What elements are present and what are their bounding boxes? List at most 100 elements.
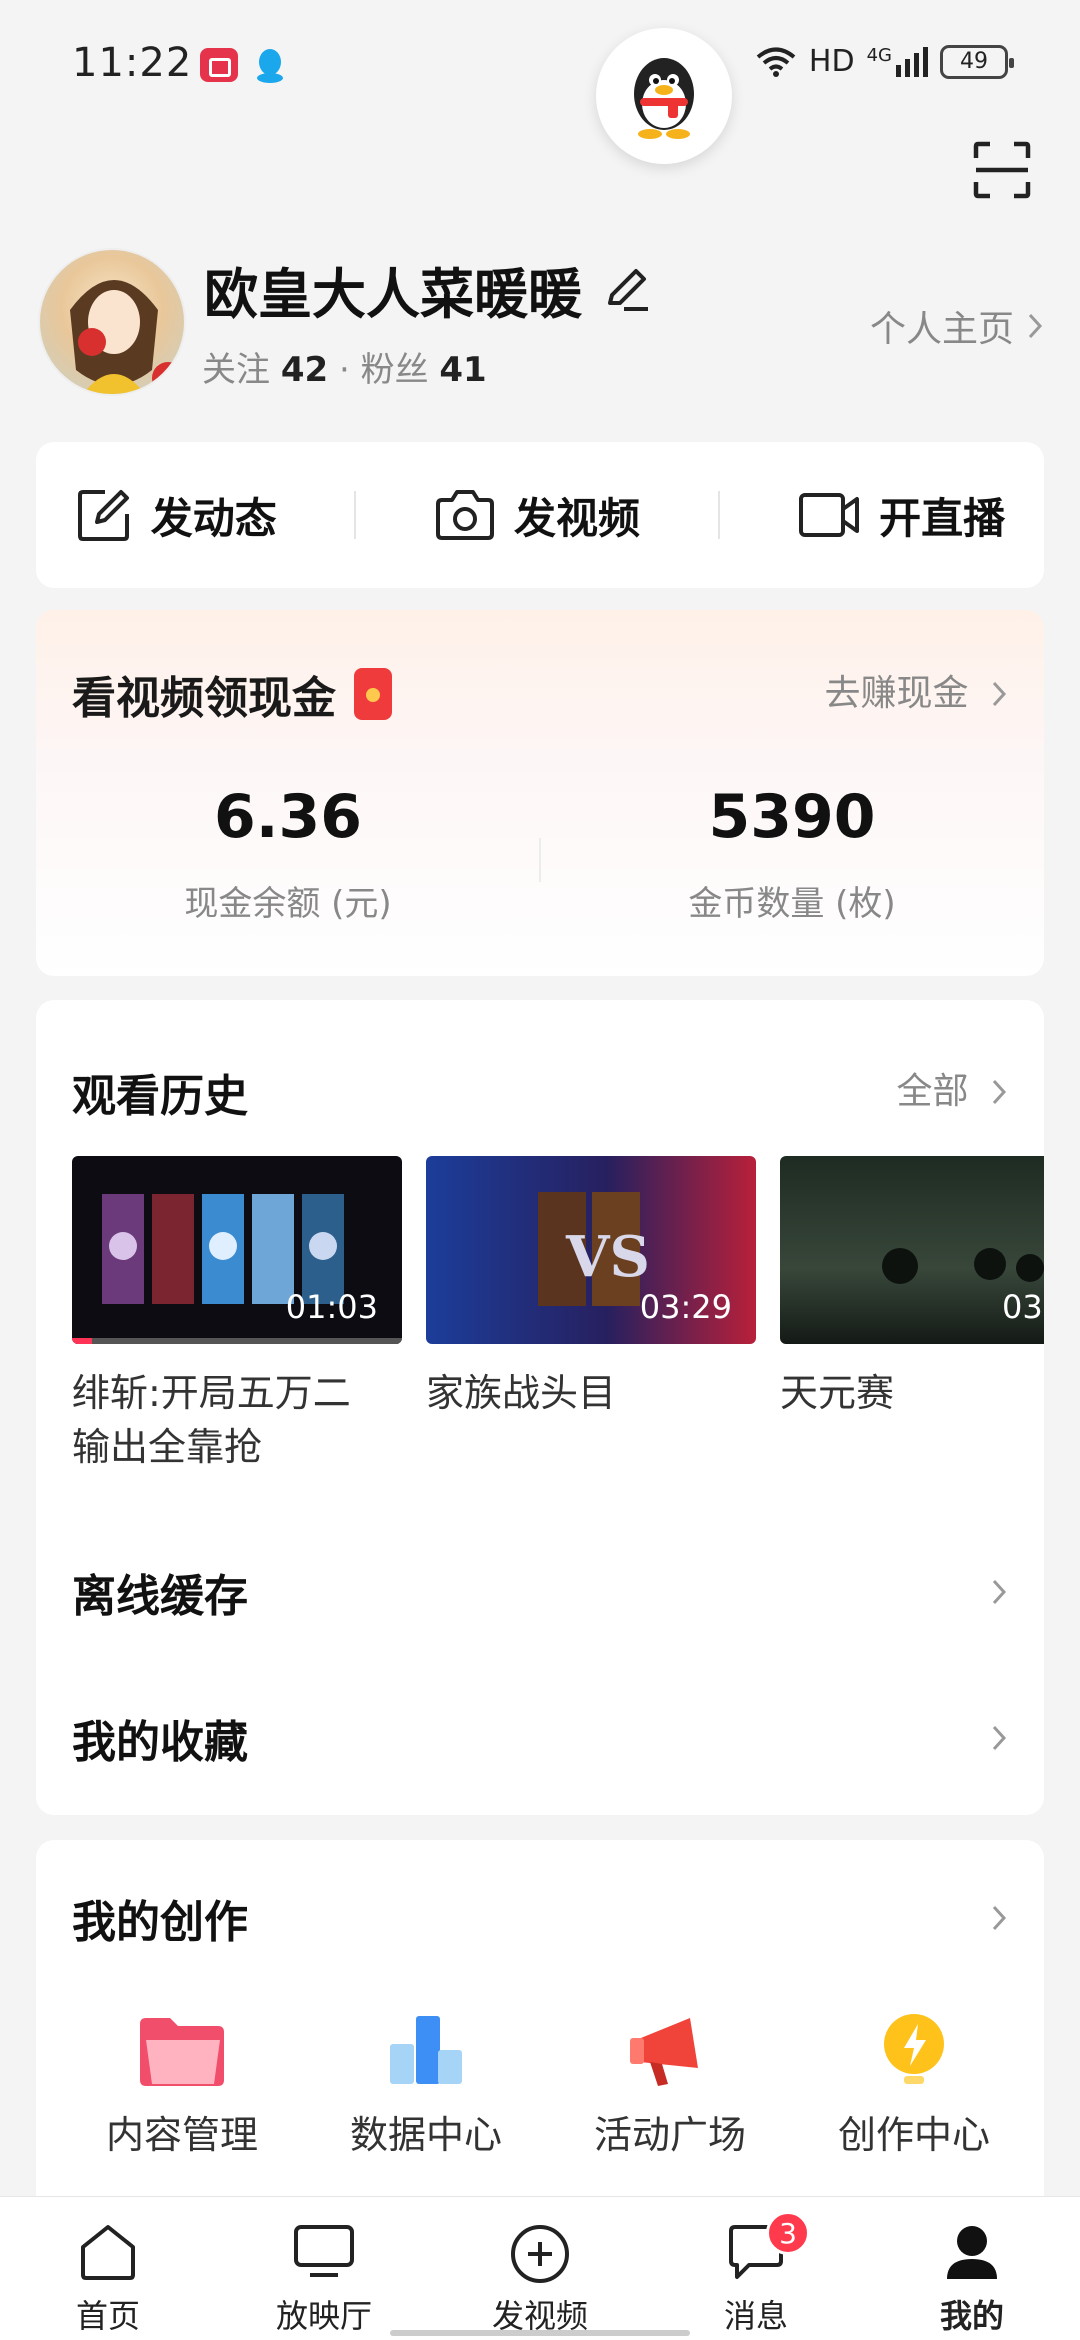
- home-indicator: [390, 2330, 690, 2336]
- post-video-label: 发视频: [513, 493, 640, 543]
- unread-badge: 3: [766, 2211, 810, 2255]
- nav-post-video[interactable]: 发视频: [432, 2197, 648, 2340]
- history-title: 观看历史: [72, 1071, 248, 1122]
- chevron-right-icon: [992, 1725, 1007, 1751]
- nav-me[interactable]: 我的: [864, 2197, 1080, 2340]
- chevron-right-icon: [1028, 313, 1043, 339]
- cash-title: 看视频领现金: [72, 662, 392, 726]
- earn-cash-label: 去赚现金: [824, 673, 969, 714]
- fans-count: 41: [439, 350, 487, 390]
- plus-circle-icon: [511, 2225, 569, 2283]
- offline-cache-row[interactable]: 离线缓存: [72, 1560, 1008, 1624]
- history-all-link[interactable]: 全部: [897, 1062, 1008, 1114]
- profile-icon: [947, 2226, 997, 2279]
- my-creation-header[interactable]: 我的创作: [72, 1886, 1008, 1950]
- nav-home[interactable]: 首页: [0, 2197, 216, 2340]
- stats-separator: ·: [338, 350, 350, 390]
- bottom-nav: 首页 放映厅 发视频 消息 3 我的: [0, 2196, 1080, 2340]
- watch-progress-bar: [72, 1338, 402, 1344]
- video-duration: 01:03: [285, 1288, 378, 1326]
- divider: [354, 491, 357, 539]
- status-time: 11:22: [72, 40, 193, 86]
- coin-count[interactable]: 5390 金币数量 (枚): [540, 782, 1044, 925]
- qq-notification-icon: [257, 49, 283, 83]
- go-live-label: 开直播: [879, 493, 1006, 543]
- cash-balance-value: 6.36: [213, 782, 363, 852]
- username[interactable]: 欧皇大人菜暖暖: [204, 250, 652, 329]
- activity-square-label: 活动广场: [593, 2113, 746, 2157]
- video-title[interactable]: 绯斩:开局五万二输出全靠抢: [72, 1366, 372, 1474]
- my-creation-title: 我的创作: [72, 1897, 248, 1948]
- chevron-right-icon: [992, 1579, 1007, 1605]
- lightbulb-icon: [884, 2014, 944, 2084]
- creator-center-button[interactable]: 创作中心: [794, 2010, 1034, 2159]
- svg-text:VS: VS: [565, 1224, 650, 1290]
- scan-icon[interactable]: [972, 140, 1032, 200]
- data-center-label: 数据中心: [349, 2113, 502, 2157]
- wifi-icon: [756, 47, 796, 77]
- post-video-button[interactable]: 发视频: [434, 485, 640, 546]
- coin-count-label: 金币数量 (枚): [688, 884, 896, 924]
- divider: [717, 491, 720, 539]
- cash-reward-card[interactable]: 看视频领现金 去赚现金 6.36 现金余额 (元) 5390 金币数量 (枚): [36, 610, 1044, 976]
- red-packet-icon: [354, 668, 392, 720]
- nav-messages[interactable]: 消息 3: [648, 2197, 864, 2340]
- favorites-row[interactable]: 我的收藏: [72, 1706, 1008, 1770]
- quick-actions-card: 发动态 发视频 开直播: [36, 442, 1044, 588]
- camera-icon: [435, 490, 494, 540]
- nav-theater-label: 放映厅: [275, 2297, 372, 2335]
- follow-count: 42: [280, 350, 329, 390]
- network-type: HD: [808, 44, 855, 79]
- follow-label: 关注: [202, 350, 270, 390]
- edit-square-icon: [77, 490, 129, 541]
- video-duration: 03:29: [639, 1288, 732, 1326]
- edit-pencil-icon[interactable]: [602, 265, 652, 315]
- cash-balance[interactable]: 6.36 现金余额 (元): [36, 782, 540, 925]
- nav-theater[interactable]: 放映厅: [216, 2197, 432, 2340]
- homepage-link-label: 个人主页: [869, 309, 1014, 350]
- signal-icon: 4G: [867, 46, 928, 77]
- video-duration: 03:: [1002, 1288, 1044, 1326]
- homepage-link[interactable]: 个人主页: [870, 300, 1044, 352]
- chevron-right-icon: [992, 1079, 1007, 1105]
- creator-center-label: 创作中心: [837, 2113, 990, 2157]
- battery-icon: 49: [940, 44, 1014, 79]
- video-camera-icon: [799, 493, 860, 537]
- content-management-label: 内容管理: [105, 2113, 258, 2157]
- bar-chart-icon: [390, 2016, 462, 2084]
- chevron-right-icon: [992, 681, 1007, 707]
- offline-cache-label: 离线缓存: [72, 1571, 248, 1622]
- video-thumbnail[interactable]: 03:: [780, 1156, 1044, 1344]
- history-all-label: 全部: [896, 1071, 969, 1112]
- folder-icon: [140, 2018, 224, 2086]
- follow-stats[interactable]: 关注 42 · 粉丝 41: [202, 342, 487, 391]
- tv-icon: [294, 2225, 354, 2277]
- screen-record-icon: [200, 48, 238, 82]
- earn-cash-link[interactable]: 去赚现金: [825, 664, 1008, 716]
- nav-home-label: 首页: [75, 2297, 140, 2335]
- post-moment-button[interactable]: 发动态: [75, 485, 277, 546]
- cash-balance-label: 现金余额 (元): [184, 884, 392, 924]
- home-icon: [81, 2225, 135, 2280]
- favorites-label: 我的收藏: [72, 1717, 248, 1768]
- nav-messages-label: 消息: [723, 2297, 788, 2335]
- content-management-button[interactable]: 内容管理: [62, 2010, 302, 2159]
- data-center-button[interactable]: 数据中心: [306, 2010, 546, 2159]
- watch-progress-fill: [72, 1338, 92, 1344]
- qq-float-avatar[interactable]: [596, 28, 732, 164]
- username-text: 欧皇大人菜暖暖: [204, 263, 582, 326]
- video-thumbnail[interactable]: VS 03:29: [426, 1156, 756, 1344]
- activity-square-button[interactable]: 活动广场: [550, 2010, 790, 2159]
- video-thumbnail[interactable]: 01:03: [72, 1156, 402, 1344]
- avatar[interactable]: [38, 248, 186, 396]
- chevron-right-icon: [992, 1905, 1007, 1931]
- status-indicators: HD 4G 49: [755, 44, 1014, 79]
- avatar-illustration: [70, 280, 184, 394]
- post-moment-label: 发动态: [150, 493, 277, 543]
- go-live-button[interactable]: 开直播: [797, 485, 1005, 546]
- video-title[interactable]: 家族战头目: [426, 1366, 726, 1420]
- fans-label: 粉丝: [360, 350, 429, 390]
- watch-history-card: 观看历史 全部 01:03 VS 03:29 03:: [36, 1000, 1044, 1815]
- video-title[interactable]: 天元赛: [780, 1366, 1020, 1420]
- coin-count-value: 5390: [708, 782, 876, 852]
